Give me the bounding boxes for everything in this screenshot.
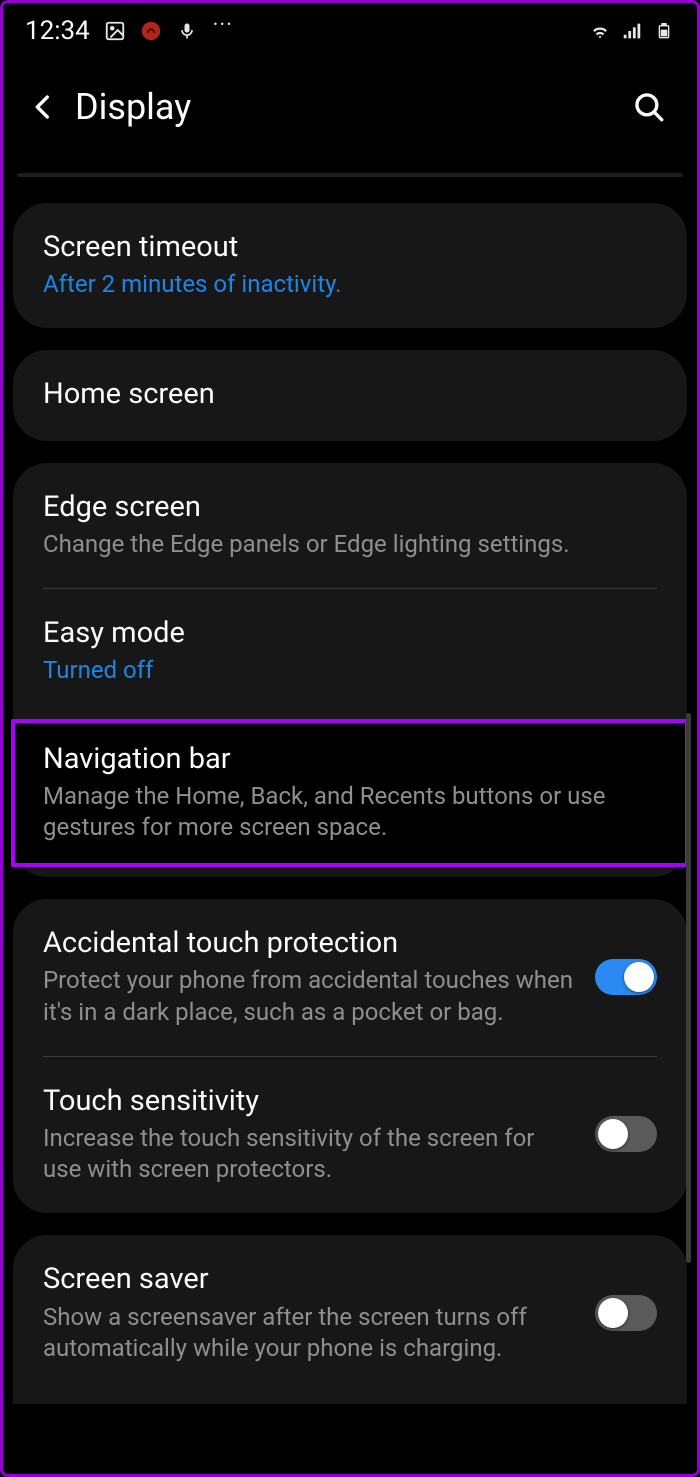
wifi-icon: [589, 20, 611, 42]
item-title: Screen saver: [43, 1261, 577, 1297]
edge-screen-item[interactable]: Edge screen Change the Edge panels or Ed…: [13, 463, 687, 588]
item-title: Home screen: [43, 376, 657, 412]
signal-icon: [621, 20, 643, 42]
touch-sensitivity-item[interactable]: Touch sensitivity Increase the touch sen…: [13, 1057, 687, 1214]
item-value: After 2 minutes of inactivity.: [43, 269, 657, 300]
item-title: Screen timeout: [43, 229, 657, 265]
scrollbar[interactable]: [686, 713, 691, 1263]
battery-icon: [653, 20, 675, 42]
item-description: Increase the touch sensitivity of the sc…: [43, 1123, 577, 1185]
more-notifications-icon: ···: [212, 14, 234, 36]
settings-group: Accidental touch protection Protect your…: [13, 899, 687, 1213]
accidental-touch-toggle[interactable]: [595, 959, 657, 995]
search-button[interactable]: [625, 83, 673, 131]
settings-group: Screen timeout After 2 minutes of inacti…: [13, 203, 687, 328]
item-title: Easy mode: [43, 615, 657, 651]
status-time: 12:34: [25, 16, 90, 46]
screen-saver-item[interactable]: Screen saver Show a screensaver after th…: [13, 1235, 687, 1404]
settings-group: Edge screen Change the Edge panels or Ed…: [13, 463, 687, 878]
mic-icon: [176, 20, 198, 42]
screen-saver-toggle[interactable]: [595, 1295, 657, 1331]
image-icon: [104, 20, 126, 42]
page-header: Display: [3, 55, 697, 167]
home-screen-item[interactable]: Home screen: [13, 350, 687, 440]
item-description: Protect your phone from accidental touch…: [43, 965, 577, 1027]
page-title: Display: [75, 86, 191, 128]
status-bar: 12:34 ···: [3, 3, 697, 55]
screen-timeout-item[interactable]: Screen timeout After 2 minutes of inacti…: [13, 203, 687, 328]
item-title: Touch sensitivity: [43, 1083, 577, 1119]
settings-group: Home screen: [13, 350, 687, 440]
item-description: Manage the Home, Back, and Recents butto…: [43, 781, 657, 843]
item-title: Navigation bar: [43, 741, 657, 777]
settings-group: Screen saver Show a screensaver after th…: [13, 1235, 687, 1404]
item-title: Accidental touch protection: [43, 925, 577, 961]
back-button[interactable]: [19, 83, 67, 131]
item-value: Turned off: [43, 655, 657, 686]
easy-mode-item[interactable]: Easy mode Turned off: [13, 589, 687, 714]
app-notification-icon: [140, 20, 162, 42]
touch-sensitivity-toggle[interactable]: [595, 1116, 657, 1152]
header-separator: [17, 173, 683, 177]
item-title: Edge screen: [43, 489, 657, 525]
item-description: Change the Edge panels or Edge lighting …: [43, 529, 657, 560]
navigation-bar-item[interactable]: Navigation bar Manage the Home, Back, an…: [11, 719, 689, 868]
accidental-touch-item[interactable]: Accidental touch protection Protect your…: [13, 899, 687, 1056]
item-description: Show a screensaver after the screen turn…: [43, 1302, 577, 1364]
